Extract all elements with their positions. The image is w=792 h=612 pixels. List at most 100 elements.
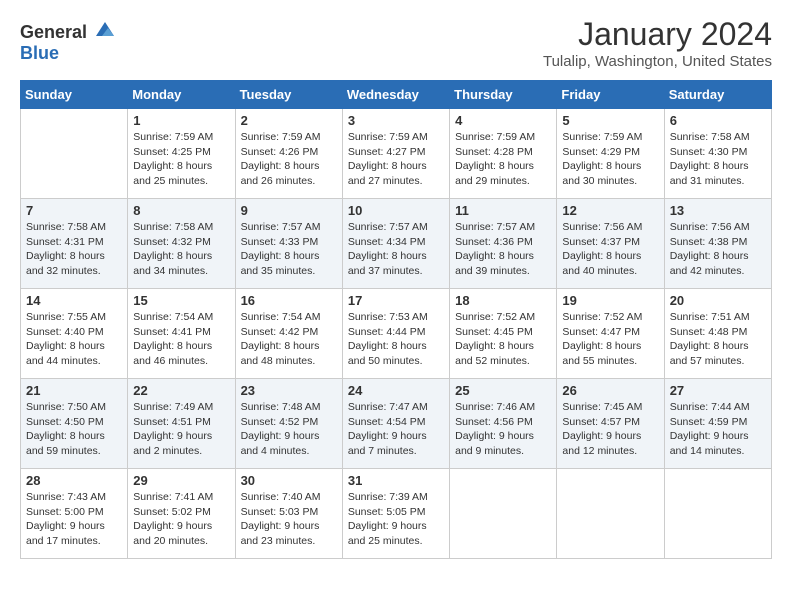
day-number: 28 (26, 473, 122, 488)
calendar-cell (21, 109, 128, 199)
weekday-header-wednesday: Wednesday (342, 81, 449, 109)
calendar-cell: 8 Sunrise: 7:58 AMSunset: 4:32 PMDaylight… (128, 199, 235, 289)
day-number: 3 (348, 113, 444, 128)
calendar-cell: 31 Sunrise: 7:39 AMSunset: 5:05 PMDayligh… (342, 469, 449, 559)
main-title: January 2024 (543, 16, 772, 53)
calendar-cell: 5 Sunrise: 7:59 AMSunset: 4:29 PMDaylight… (557, 109, 664, 199)
calendar-cell: 23Sunrise: 7:48 AMSunset: 4:52 PMDayligh… (235, 379, 342, 469)
day-number: 2 (241, 113, 337, 128)
calendar-cell: 22 Sunrise: 7:49 AMSunset: 4:51 PMDayligh… (128, 379, 235, 469)
day-number: 19 (562, 293, 658, 308)
calendar-cell: 20Sunrise: 7:51 AMSunset: 4:48 PMDayligh… (664, 289, 771, 379)
cell-content: Sunrise: 7:58 AMSunset: 4:30 PMDaylight:… (670, 130, 766, 189)
cell-content: Sunrise: 7:53 AMSunset: 4:44 PMDaylight:… (348, 310, 444, 369)
calendar-cell: 19 Sunrise: 7:52 AMSunset: 4:47 PMDayligh… (557, 289, 664, 379)
cell-content: Sunrise: 7:59 AMSunset: 4:28 PMDaylight:… (455, 130, 551, 189)
logo-blue: Blue (20, 43, 59, 63)
logo-icon (94, 20, 116, 38)
day-number: 13 (670, 203, 766, 218)
cell-content: Sunrise: 7:57 AMSunset: 4:33 PMDaylight:… (241, 220, 337, 279)
cell-content: Sunrise: 7:49 AMSunset: 4:51 PMDaylight:… (133, 400, 229, 459)
cell-content: Sunrise: 7:41 AMSunset: 5:02 PMDaylight:… (133, 490, 229, 549)
cell-content: Sunrise: 7:58 AMSunset: 4:32 PMDaylight:… (133, 220, 229, 279)
calendar-cell: 4 Sunrise: 7:59 AMSunset: 4:28 PMDaylight… (450, 109, 557, 199)
calendar-cell: 2 Sunrise: 7:59 AMSunset: 4:26 PMDaylight… (235, 109, 342, 199)
calendar-cell: 10Sunrise: 7:57 AMSunset: 4:34 PMDayligh… (342, 199, 449, 289)
cell-content: Sunrise: 7:56 AMSunset: 4:37 PMDaylight:… (562, 220, 658, 279)
calendar-cell: 3Sunrise: 7:59 AMSunset: 4:27 PMDaylight… (342, 109, 449, 199)
calendar-week-3: 14 Sunrise: 7:55 AMSunset: 4:40 PMDayligh… (21, 289, 772, 379)
cell-content: Sunrise: 7:57 AMSunset: 4:34 PMDaylight:… (348, 220, 444, 279)
calendar-cell: 18 Sunrise: 7:52 AMSunset: 4:45 PMDayligh… (450, 289, 557, 379)
day-number: 1 (133, 113, 229, 128)
calendar-cell (450, 469, 557, 559)
day-number: 26 (562, 383, 658, 398)
calendar-cell: 15 Sunrise: 7:54 AMSunset: 4:41 PMDayligh… (128, 289, 235, 379)
day-number: 7 (26, 203, 122, 218)
calendar-cell: 1Sunrise: 7:59 AMSunset: 4:25 PMDaylight… (128, 109, 235, 199)
calendar-cell: 16 Sunrise: 7:54 AMSunset: 4:42 PMDayligh… (235, 289, 342, 379)
cell-content: Sunrise: 7:55 AMSunset: 4:40 PMDaylight:… (26, 310, 122, 369)
calendar-cell: 6Sunrise: 7:58 AMSunset: 4:30 PMDaylight… (664, 109, 771, 199)
day-number: 16 (241, 293, 337, 308)
cell-content: Sunrise: 7:59 AMSunset: 4:29 PMDaylight:… (562, 130, 658, 189)
calendar-cell: 11 Sunrise: 7:57 AMSunset: 4:36 PMDayligh… (450, 199, 557, 289)
day-number: 11 (455, 203, 551, 218)
cell-content: Sunrise: 7:52 AMSunset: 4:47 PMDaylight:… (562, 310, 658, 369)
calendar-cell: 24Sunrise: 7:47 AMSunset: 4:54 PMDayligh… (342, 379, 449, 469)
day-number: 14 (26, 293, 122, 308)
day-number: 17 (348, 293, 444, 308)
day-number: 29 (133, 473, 229, 488)
day-number: 22 (133, 383, 229, 398)
calendar-week-2: 7Sunrise: 7:58 AMSunset: 4:31 PMDaylight… (21, 199, 772, 289)
calendar-week-4: 21 Sunrise: 7:50 AMSunset: 4:50 PMDayligh… (21, 379, 772, 469)
header: General Blue January 2024 Tulalip, Washi… (20, 16, 772, 70)
day-number: 23 (241, 383, 337, 398)
cell-content: Sunrise: 7:54 AMSunset: 4:41 PMDaylight:… (133, 310, 229, 369)
cell-content: Sunrise: 7:45 AMSunset: 4:57 PMDaylight:… (562, 400, 658, 459)
cell-content: Sunrise: 7:57 AMSunset: 4:36 PMDaylight:… (455, 220, 551, 279)
cell-content: Sunrise: 7:50 AMSunset: 4:50 PMDaylight:… (26, 400, 122, 459)
day-number: 12 (562, 203, 658, 218)
logo-general: General (20, 22, 87, 42)
day-number: 24 (348, 383, 444, 398)
cell-content: Sunrise: 7:40 AMSunset: 5:03 PMDaylight:… (241, 490, 337, 549)
day-number: 5 (562, 113, 658, 128)
calendar-cell: 17 Sunrise: 7:53 AMSunset: 4:44 PMDayligh… (342, 289, 449, 379)
calendar-cell (664, 469, 771, 559)
calendar-week-5: 28 Sunrise: 7:43 AMSunset: 5:00 PMDayligh… (21, 469, 772, 559)
weekday-header-thursday: Thursday (450, 81, 557, 109)
logo: General Blue (20, 20, 116, 64)
weekday-header-sunday: Sunday (21, 81, 128, 109)
weekday-header-tuesday: Tuesday (235, 81, 342, 109)
cell-content: Sunrise: 7:56 AMSunset: 4:38 PMDaylight:… (670, 220, 766, 279)
cell-content: Sunrise: 7:39 AMSunset: 5:05 PMDaylight:… (348, 490, 444, 549)
calendar-cell: 9 Sunrise: 7:57 AMSunset: 4:33 PMDaylight… (235, 199, 342, 289)
cell-content: Sunrise: 7:51 AMSunset: 4:48 PMDaylight:… (670, 310, 766, 369)
weekday-header-monday: Monday (128, 81, 235, 109)
day-number: 31 (348, 473, 444, 488)
weekday-header-row: SundayMondayTuesdayWednesdayThursdayFrid… (21, 81, 772, 109)
day-number: 30 (241, 473, 337, 488)
title-area: January 2024 Tulalip, Washington, United… (543, 16, 772, 70)
calendar-cell: 25Sunrise: 7:46 AMSunset: 4:56 PMDayligh… (450, 379, 557, 469)
calendar-cell: 28 Sunrise: 7:43 AMSunset: 5:00 PMDayligh… (21, 469, 128, 559)
cell-content: Sunrise: 7:52 AMSunset: 4:45 PMDaylight:… (455, 310, 551, 369)
day-number: 21 (26, 383, 122, 398)
day-number: 15 (133, 293, 229, 308)
day-number: 18 (455, 293, 551, 308)
calendar-cell: 13 Sunrise: 7:56 AMSunset: 4:38 PMDayligh… (664, 199, 771, 289)
cell-content: Sunrise: 7:59 AMSunset: 4:26 PMDaylight:… (241, 130, 337, 189)
cell-content: Sunrise: 7:46 AMSunset: 4:56 PMDaylight:… (455, 400, 551, 459)
cell-content: Sunrise: 7:43 AMSunset: 5:00 PMDaylight:… (26, 490, 122, 549)
day-number: 9 (241, 203, 337, 218)
calendar-table: SundayMondayTuesdayWednesdayThursdayFrid… (20, 80, 772, 559)
calendar-week-1: 1Sunrise: 7:59 AMSunset: 4:25 PMDaylight… (21, 109, 772, 199)
calendar-cell: 7Sunrise: 7:58 AMSunset: 4:31 PMDaylight… (21, 199, 128, 289)
calendar-cell: 14 Sunrise: 7:55 AMSunset: 4:40 PMDayligh… (21, 289, 128, 379)
day-number: 4 (455, 113, 551, 128)
calendar-cell: 29 Sunrise: 7:41 AMSunset: 5:02 PMDayligh… (128, 469, 235, 559)
day-number: 27 (670, 383, 766, 398)
day-number: 8 (133, 203, 229, 218)
cell-content: Sunrise: 7:54 AMSunset: 4:42 PMDaylight:… (241, 310, 337, 369)
